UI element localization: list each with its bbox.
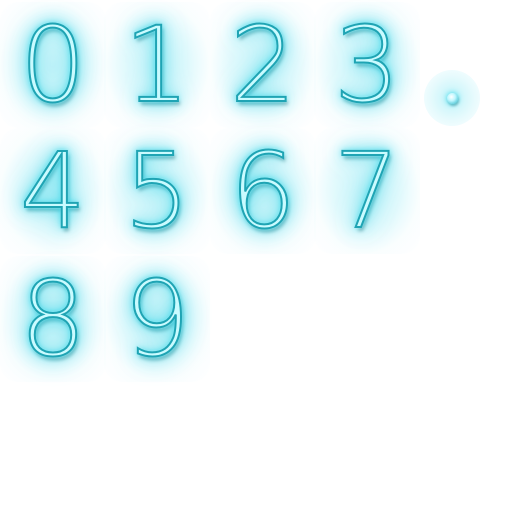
digit-glyph-4: 4 (19, 130, 87, 252)
digit-tile-0: 0 (0, 2, 106, 128)
digit-tile-7: 7 (314, 128, 420, 254)
digit-tile-1: 1 (104, 2, 210, 128)
digit-glyph-1: 1 (123, 4, 191, 126)
digit-tile-9: 9 (104, 256, 210, 382)
digit-tile-2: 2 (210, 2, 316, 128)
digit-glyph-5: 5 (123, 130, 191, 252)
digit-glyph-6: 6 (229, 130, 297, 252)
digit-tile-4: 4 (0, 128, 106, 254)
decimal-point-dot-icon (446, 92, 458, 104)
digit-tile-5: 5 (104, 128, 210, 254)
digit-tile-3: 3 (314, 2, 420, 128)
digit-tile-6: 6 (210, 128, 316, 254)
digit-glyph-2: 2 (229, 4, 297, 126)
decimal-point-tile (424, 70, 480, 126)
digit-glyph-8: 8 (19, 258, 87, 380)
digit-glyph-7: 7 (333, 130, 401, 252)
digit-tile-8: 8 (0, 256, 106, 382)
digit-glyph-9: 9 (123, 258, 191, 380)
digit-glyph-3: 3 (333, 4, 401, 126)
neon-digit-sprite-sheet: 0 1 2 3 4 5 6 7 8 9 (0, 0, 512, 512)
digit-glyph-0: 0 (19, 4, 87, 126)
